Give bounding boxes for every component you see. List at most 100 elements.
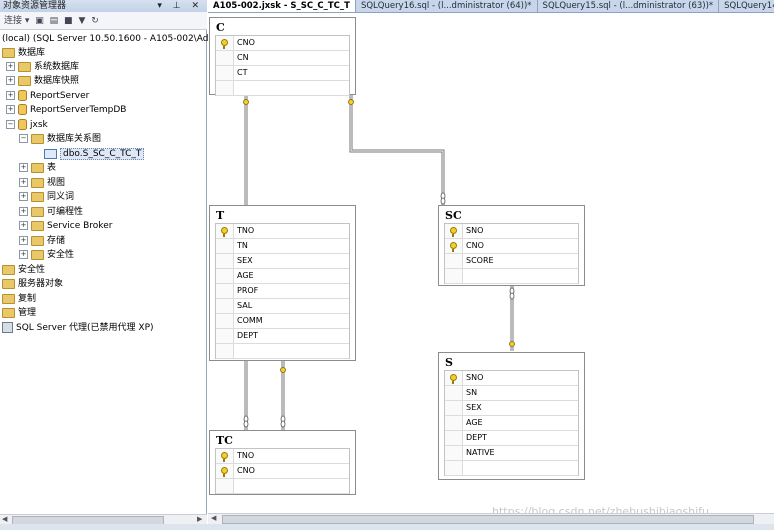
column-row[interactable]: SNO bbox=[445, 371, 578, 386]
tree-item-db-security[interactable]: + 安全性 bbox=[19, 248, 74, 262]
column-row[interactable]: SCORE bbox=[445, 254, 578, 269]
column-row[interactable]: SAL bbox=[216, 299, 349, 314]
tree-item-databases[interactable]: 数据库 bbox=[2, 46, 45, 60]
expand-icon[interactable]: + bbox=[19, 192, 28, 201]
tab-sqlquery15[interactable]: SQLQuery15.sql - (l...dministrator (63))… bbox=[538, 0, 720, 12]
column-row-empty[interactable] bbox=[216, 344, 349, 359]
primary-key-icon bbox=[221, 452, 228, 462]
tree-item-sql-agent[interactable]: SQL Server 代理(已禁用代理 XP) bbox=[2, 321, 154, 335]
column-row[interactable]: CNO bbox=[216, 464, 349, 479]
scroll-left-icon[interactable]: ◀ bbox=[2, 515, 7, 524]
column-row[interactable]: TN bbox=[216, 239, 349, 254]
database-icon bbox=[18, 104, 27, 115]
table-c[interactable]: C CNO CN CT bbox=[209, 17, 356, 96]
column-row[interactable]: NATIVE bbox=[445, 446, 578, 461]
stop-icon[interactable]: ■ bbox=[64, 12, 73, 30]
tree-item-replication[interactable]: 复制 bbox=[2, 292, 36, 306]
column-row[interactable]: AGE bbox=[216, 269, 349, 284]
table-sc[interactable]: SC SNO CNO SCORE bbox=[438, 205, 585, 286]
panel-window-controls[interactable]: ▾ ⊥ ✕ bbox=[157, 0, 203, 12]
key-end-icon bbox=[280, 367, 286, 373]
column-row-empty[interactable] bbox=[445, 461, 578, 476]
column-row-empty[interactable] bbox=[445, 269, 578, 284]
column-row[interactable]: CNO bbox=[216, 36, 349, 51]
column-row[interactable]: CNO bbox=[445, 239, 578, 254]
column-row[interactable]: SNO bbox=[445, 224, 578, 239]
column-row[interactable]: PROF bbox=[216, 284, 349, 299]
relationship-sc-s[interactable] bbox=[509, 286, 515, 351]
tree-item-jxsk[interactable]: − jxsk bbox=[6, 118, 48, 132]
tree-item-storage[interactable]: + 存储 bbox=[19, 234, 65, 248]
expand-icon[interactable]: + bbox=[19, 236, 28, 245]
tab-diagram[interactable]: A105-002.jxsk - S_SC_C_TC_T bbox=[208, 0, 356, 12]
expand-icon[interactable]: + bbox=[6, 91, 15, 100]
tree-item-server[interactable]: (local) (SQL Server 10.50.1600 - A105-00… bbox=[2, 32, 228, 46]
filter-icon[interactable]: ▼ bbox=[78, 12, 85, 30]
tree-item-reportservertempdb[interactable]: + ReportServerTempDB bbox=[6, 103, 126, 117]
expand-icon[interactable]: + bbox=[19, 250, 28, 259]
column-row[interactable]: COMM bbox=[216, 314, 349, 329]
scroll-left-icon[interactable]: ◀ bbox=[211, 514, 216, 523]
tree-item-diagram-s-sc-c-tc-t[interactable]: dbo.S_SC_C_TC_T bbox=[44, 147, 145, 161]
tree-item-management[interactable]: 管理 bbox=[2, 306, 36, 320]
expand-icon[interactable]: + bbox=[19, 221, 28, 230]
expand-icon[interactable]: + bbox=[19, 207, 28, 216]
diagram-horizontal-scrollbar[interactable]: ◀ bbox=[208, 513, 774, 524]
column-row-empty[interactable] bbox=[216, 81, 349, 96]
table-name: T bbox=[216, 209, 225, 222]
scroll-right-icon[interactable]: ▶ bbox=[197, 515, 202, 524]
connect-object-icon[interactable]: ▣ bbox=[35, 12, 44, 30]
folder-icon bbox=[31, 177, 44, 188]
column-row[interactable]: CN bbox=[216, 51, 349, 66]
column-row[interactable]: AGE bbox=[445, 416, 578, 431]
column-name: NATIVE bbox=[466, 448, 495, 457]
folder-icon bbox=[2, 264, 15, 275]
tree-item-database-diagrams[interactable]: − 数据库关系图 bbox=[19, 132, 101, 146]
connect-button[interactable]: 连接 ▾ bbox=[4, 12, 29, 30]
tree-item-label: 安全性 bbox=[47, 250, 75, 260]
refresh-icon[interactable]: ↻ bbox=[91, 12, 99, 30]
tree-item-programmability[interactable]: + 可编程性 bbox=[19, 205, 83, 219]
relationship-c-sc[interactable] bbox=[348, 95, 446, 205]
tree-item-server-objects[interactable]: 服务器对象 bbox=[2, 277, 63, 291]
expand-icon[interactable]: + bbox=[6, 76, 15, 85]
scroll-thumb[interactable] bbox=[222, 515, 754, 524]
tree-item-views[interactable]: + 视图 bbox=[19, 176, 65, 190]
tree-item-database-snapshots[interactable]: + 数据库快照 bbox=[6, 74, 79, 88]
explorer-horizontal-scrollbar[interactable]: ◀ ▶ bbox=[0, 514, 207, 525]
tree-item-synonyms[interactable]: + 同义词 bbox=[19, 190, 74, 204]
column-row-empty[interactable] bbox=[216, 479, 349, 494]
tree-item-service-broker[interactable]: + Service Broker bbox=[19, 219, 112, 233]
table-s[interactable]: S SNO SN SEX AGE DEPT NATIVE bbox=[438, 352, 585, 480]
tree-item-label: 服务器对象 bbox=[18, 279, 64, 289]
relationship-t-tc-left[interactable] bbox=[243, 361, 249, 430]
table-tc[interactable]: TC TNO CNO bbox=[209, 430, 356, 495]
table-name: S bbox=[445, 356, 453, 369]
column-row[interactable]: SN bbox=[445, 386, 578, 401]
diagram-canvas[interactable]: C CNO CN CT T TNO TN SEX AGE PROF SAL CO… bbox=[208, 13, 774, 513]
disconnect-icon[interactable]: ▤ bbox=[50, 12, 59, 30]
column-row[interactable]: DEPT bbox=[445, 431, 578, 446]
tree-item-reportserver[interactable]: + ReportServer bbox=[6, 89, 89, 103]
column-row[interactable]: TNO bbox=[216, 224, 349, 239]
column-row[interactable]: CT bbox=[216, 66, 349, 81]
tab-sqlquery14[interactable]: SQLQuery14.s bbox=[719, 0, 774, 12]
column-row[interactable]: SEX bbox=[445, 401, 578, 416]
expand-icon[interactable]: + bbox=[19, 163, 28, 172]
column-row[interactable]: SEX bbox=[216, 254, 349, 269]
relationship-c-t[interactable] bbox=[243, 95, 249, 205]
relationship-t-tc-right[interactable] bbox=[280, 361, 286, 430]
table-t[interactable]: T TNO TN SEX AGE PROF SAL COMM DEPT bbox=[209, 205, 356, 361]
tree-item-tables[interactable]: + 表 bbox=[19, 161, 56, 175]
column-name: AGE bbox=[466, 418, 483, 427]
expand-icon[interactable]: + bbox=[6, 62, 15, 71]
expand-icon[interactable]: + bbox=[6, 105, 15, 114]
column-row[interactable]: DEPT bbox=[216, 329, 349, 344]
column-row[interactable]: TNO bbox=[216, 449, 349, 464]
tree-item-security[interactable]: 安全性 bbox=[2, 263, 45, 277]
collapse-icon[interactable]: − bbox=[19, 134, 28, 143]
collapse-icon[interactable]: − bbox=[6, 120, 15, 129]
tab-sqlquery16[interactable]: SQLQuery16.sql - (l...dministrator (64))… bbox=[356, 0, 538, 12]
expand-icon[interactable]: + bbox=[19, 178, 28, 187]
tree-item-system-databases[interactable]: + 系统数据库 bbox=[6, 60, 79, 74]
